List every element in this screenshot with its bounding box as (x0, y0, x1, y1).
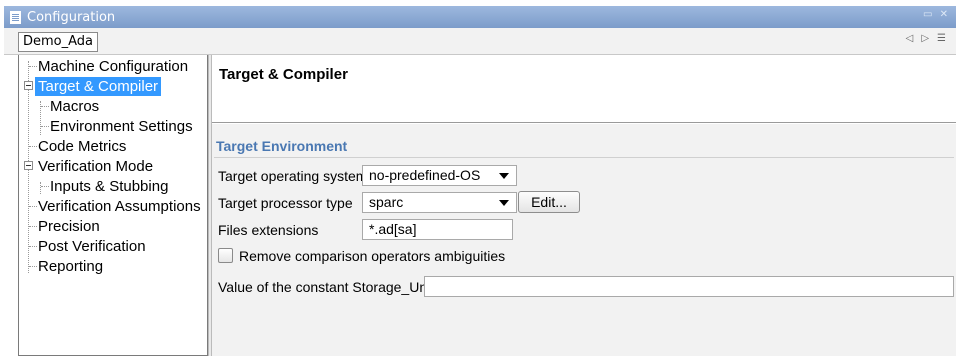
remove-comparison-checkbox[interactable] (218, 248, 233, 263)
tree-item-post-verification[interactable]: Post Verification (38, 237, 146, 256)
target-processor-select[interactable]: sparc (362, 192, 517, 213)
tab-next-icon[interactable]: ▷ (921, 33, 929, 44)
page-title: Target & Compiler (219, 66, 348, 83)
tree-connector (41, 186, 49, 187)
target-os-label: Target operating system (218, 168, 368, 184)
tree-connector (29, 146, 37, 147)
page-header: Target & Compiler (212, 55, 956, 123)
tree-connector (41, 106, 49, 107)
tree-item-precision[interactable]: Precision (38, 217, 100, 236)
files-extensions-label: Files extensions (218, 222, 319, 238)
target-processor-label: Target processor type (218, 195, 353, 211)
storage-unit-field[interactable] (424, 276, 954, 297)
collapse-icon[interactable] (24, 81, 33, 90)
target-processor-value: sparc (369, 194, 404, 210)
remove-comparison-label: Remove comparison operators ambiguities (239, 248, 506, 264)
tab-navigation: ◁ ▷ ☰ (906, 33, 946, 44)
tree-item-reporting[interactable]: Reporting (38, 257, 103, 276)
section-divider (214, 157, 954, 158)
tree-item-environment-settings[interactable]: Environment Settings (50, 117, 193, 136)
tree-item-inputs-stubbing[interactable]: Inputs & Stubbing (50, 177, 168, 196)
tree-connector (29, 246, 37, 247)
target-os-value: no-predefined-OS (369, 167, 481, 183)
tree-connector (29, 66, 37, 67)
tab-bar: Demo_Ada ◁ ▷ ☰ (4, 28, 956, 55)
edit-processor-button[interactable]: Edit... (518, 191, 580, 213)
target-environment-form: Target Environment Target operating syst… (212, 124, 956, 356)
tree-item-code-metrics[interactable]: Code Metrics (38, 137, 126, 156)
tree-connector (40, 182, 41, 194)
tree-item-verification-assumptions[interactable]: Verification Assumptions (38, 197, 201, 216)
tree-connector (41, 126, 49, 127)
tree-connector (29, 206, 37, 207)
section-title: Target Environment (216, 138, 348, 154)
tree-connector (29, 266, 37, 267)
tree-connector (29, 226, 37, 227)
window-controls[interactable]: ▭ ✕ (923, 9, 950, 20)
configuration-tree: Machine Configuration Target & Compiler … (18, 55, 208, 356)
dropdown-arrow-icon (499, 200, 509, 206)
storage-unit-label: Value of the constant Storage_Unit (218, 279, 435, 295)
tree-item-machine-configuration[interactable]: Machine Configuration (38, 57, 188, 76)
window-title: Configuration (27, 9, 116, 25)
collapse-icon[interactable] (24, 161, 33, 170)
tab-demo-ada[interactable]: Demo_Ada (18, 32, 99, 52)
tree-item-verification-mode[interactable]: Verification Mode (38, 157, 153, 176)
target-os-select[interactable]: no-predefined-OS (362, 165, 517, 186)
files-extensions-field[interactable]: *.ad[sa] (362, 219, 513, 240)
window-titlebar: Configuration ▭ ✕ (4, 6, 956, 28)
tree-item-macros[interactable]: Macros (50, 97, 99, 116)
settings-content: Target & Compiler Target Environment Tar… (212, 55, 956, 356)
dropdown-arrow-icon (499, 173, 509, 179)
document-icon (10, 10, 21, 24)
tab-prev-icon[interactable]: ◁ (906, 33, 914, 44)
tab-list-icon[interactable]: ☰ (937, 33, 946, 44)
tree-item-target-compiler[interactable]: Target & Compiler (35, 77, 162, 96)
